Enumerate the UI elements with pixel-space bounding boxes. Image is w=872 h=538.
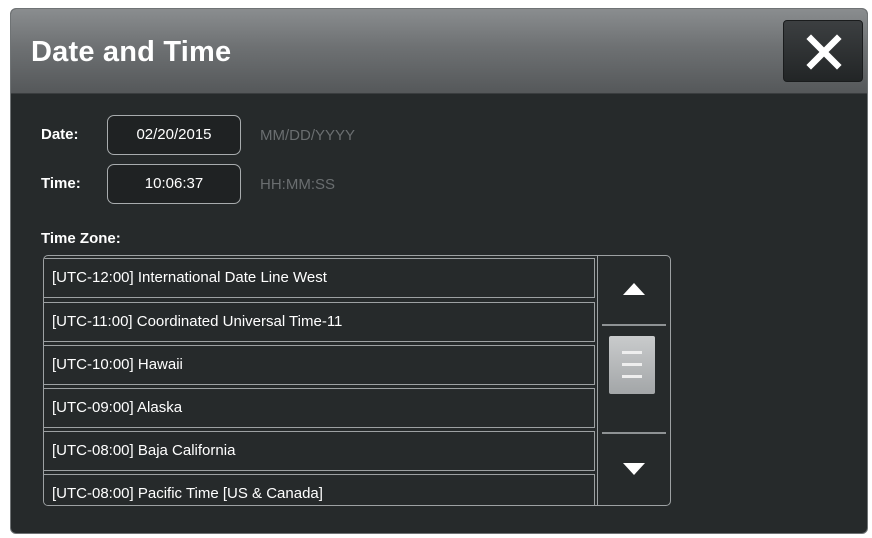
scroll-up-button[interactable] — [598, 256, 670, 326]
timezone-list-box: [UTC-12:00] International Date Line West… — [43, 255, 671, 506]
dialog-title: Date and Time — [31, 36, 232, 68]
scroll-track-divider — [602, 324, 666, 326]
triangle-up-icon — [623, 283, 645, 295]
date-label: Date: — [41, 126, 79, 143]
timezone-item[interactable]: [UTC-11:00] Coordinated Universal Time-1… — [44, 302, 595, 342]
timezone-item[interactable]: [UTC-08:00] Baja California — [44, 431, 595, 471]
date-field[interactable]: 02/20/2015 — [107, 115, 241, 155]
timezone-item[interactable]: [UTC-09:00] Alaska — [44, 388, 595, 428]
time-field[interactable]: 10:06:37 — [107, 164, 241, 204]
time-format-hint: HH:MM:SS — [260, 176, 335, 193]
time-label: Time: — [41, 175, 81, 192]
scroll-thumb[interactable] — [609, 336, 655, 394]
timezone-item[interactable]: [UTC-12:00] International Date Line West — [44, 258, 595, 298]
timezone-item[interactable]: [UTC-10:00] Hawaii — [44, 345, 595, 385]
triangle-down-icon — [623, 463, 645, 475]
close-button[interactable] — [783, 20, 863, 82]
timezone-list[interactable]: [UTC-12:00] International Date Line West… — [44, 256, 596, 505]
scrollbar[interactable] — [597, 256, 670, 505]
date-time-dialog: Date and Time Date: 02/20/2015 MM/DD/YYY… — [10, 8, 868, 534]
grip-icon — [622, 351, 642, 378]
scroll-down-button[interactable] — [598, 434, 670, 505]
title-bar: Date and Time — [11, 9, 867, 94]
close-icon — [806, 34, 842, 70]
timezone-item[interactable]: [UTC-08:00] Pacific Time [US & Canada] — [44, 474, 595, 505]
date-format-hint: MM/DD/YYYY — [260, 127, 356, 144]
timezone-label: Time Zone: — [41, 230, 121, 247]
